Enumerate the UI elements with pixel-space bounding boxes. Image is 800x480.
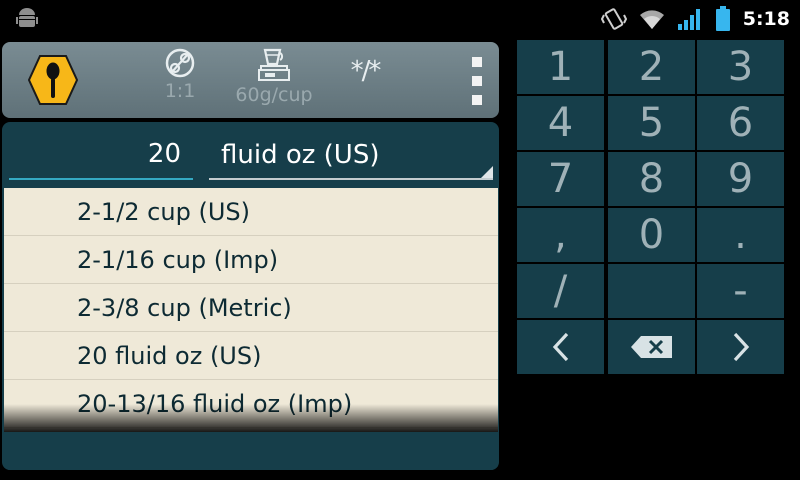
vibrate-icon	[600, 8, 627, 30]
key-blank[interactable]	[608, 264, 695, 318]
key-3[interactable]: 3	[697, 40, 784, 94]
key-5[interactable]: 5	[608, 96, 695, 150]
android-debug-icon	[16, 8, 38, 27]
unit-dropdown-value: fluid oz (US)	[221, 140, 380, 170]
density-button[interactable]: 60g/cup	[224, 48, 324, 114]
backspace-icon	[630, 336, 672, 358]
dropdown-corner-icon	[481, 166, 493, 178]
key-2[interactable]: 2	[608, 40, 695, 94]
scale-icon	[165, 48, 195, 78]
unit-dropdown[interactable]: fluid oz (US)	[209, 130, 493, 180]
chevron-left-icon	[552, 332, 568, 362]
key-decimal[interactable]: .	[697, 208, 784, 262]
key-7[interactable]: 7	[517, 152, 604, 206]
key-1[interactable]: 1	[517, 40, 604, 94]
quantity-input[interactable]	[9, 130, 193, 180]
list-item[interactable]: 20-13/16 fluid oz (Imp)	[4, 380, 498, 428]
ratio-label: 1:1	[164, 80, 196, 102]
status-bar: 5:18	[0, 0, 800, 38]
key-backspace[interactable]	[608, 320, 695, 374]
list-item[interactable]: 20 fluid oz (US)	[4, 332, 498, 380]
chevron-right-icon	[733, 332, 749, 362]
clock: 5:18	[742, 8, 790, 30]
wifi-icon	[639, 10, 664, 29]
ratio-button[interactable]: 1:1	[152, 48, 208, 114]
key-comma[interactable]: ,	[517, 208, 604, 262]
key-right[interactable]	[697, 320, 784, 374]
results-list[interactable]: 2-1/2 cup (US) 2-1/16 cup (Imp) 2-3/8 cu…	[4, 188, 498, 432]
action-bar: 1:1 60g/cup */*	[2, 42, 499, 118]
list-item[interactable]: 2-1/16 cup (Imp)	[4, 236, 498, 284]
key-0[interactable]: 0	[608, 208, 695, 262]
key-6[interactable]: 6	[697, 96, 784, 150]
cup-on-scale-icon	[258, 48, 290, 81]
signal-icon	[677, 9, 700, 30]
fraction-icon: */*	[350, 56, 382, 86]
panel-footer	[4, 432, 498, 470]
key-left[interactable]	[517, 320, 604, 374]
list-item[interactable]: 2-1/2 cup (US)	[4, 188, 498, 236]
battery-icon	[715, 6, 730, 31]
density-label: 60g/cup	[235, 84, 313, 106]
fraction-button[interactable]: */*	[340, 48, 390, 114]
key-4[interactable]: 4	[517, 96, 604, 150]
spoon-hexagon-icon[interactable]	[28, 54, 78, 106]
key-slash[interactable]: /	[517, 264, 604, 318]
overflow-menu-icon[interactable]	[470, 57, 484, 105]
keypad: 1 2 3 4 5 6 7 8 9 , 0 . / -	[517, 38, 787, 378]
key-8[interactable]: 8	[608, 152, 695, 206]
key-9[interactable]: 9	[697, 152, 784, 206]
list-item[interactable]: 2-3/8 cup (Metric)	[4, 284, 498, 332]
key-minus[interactable]: -	[697, 264, 784, 318]
converter-panel: fluid oz (US) 2-1/2 cup (US) 2-1/16 cup …	[2, 122, 499, 470]
